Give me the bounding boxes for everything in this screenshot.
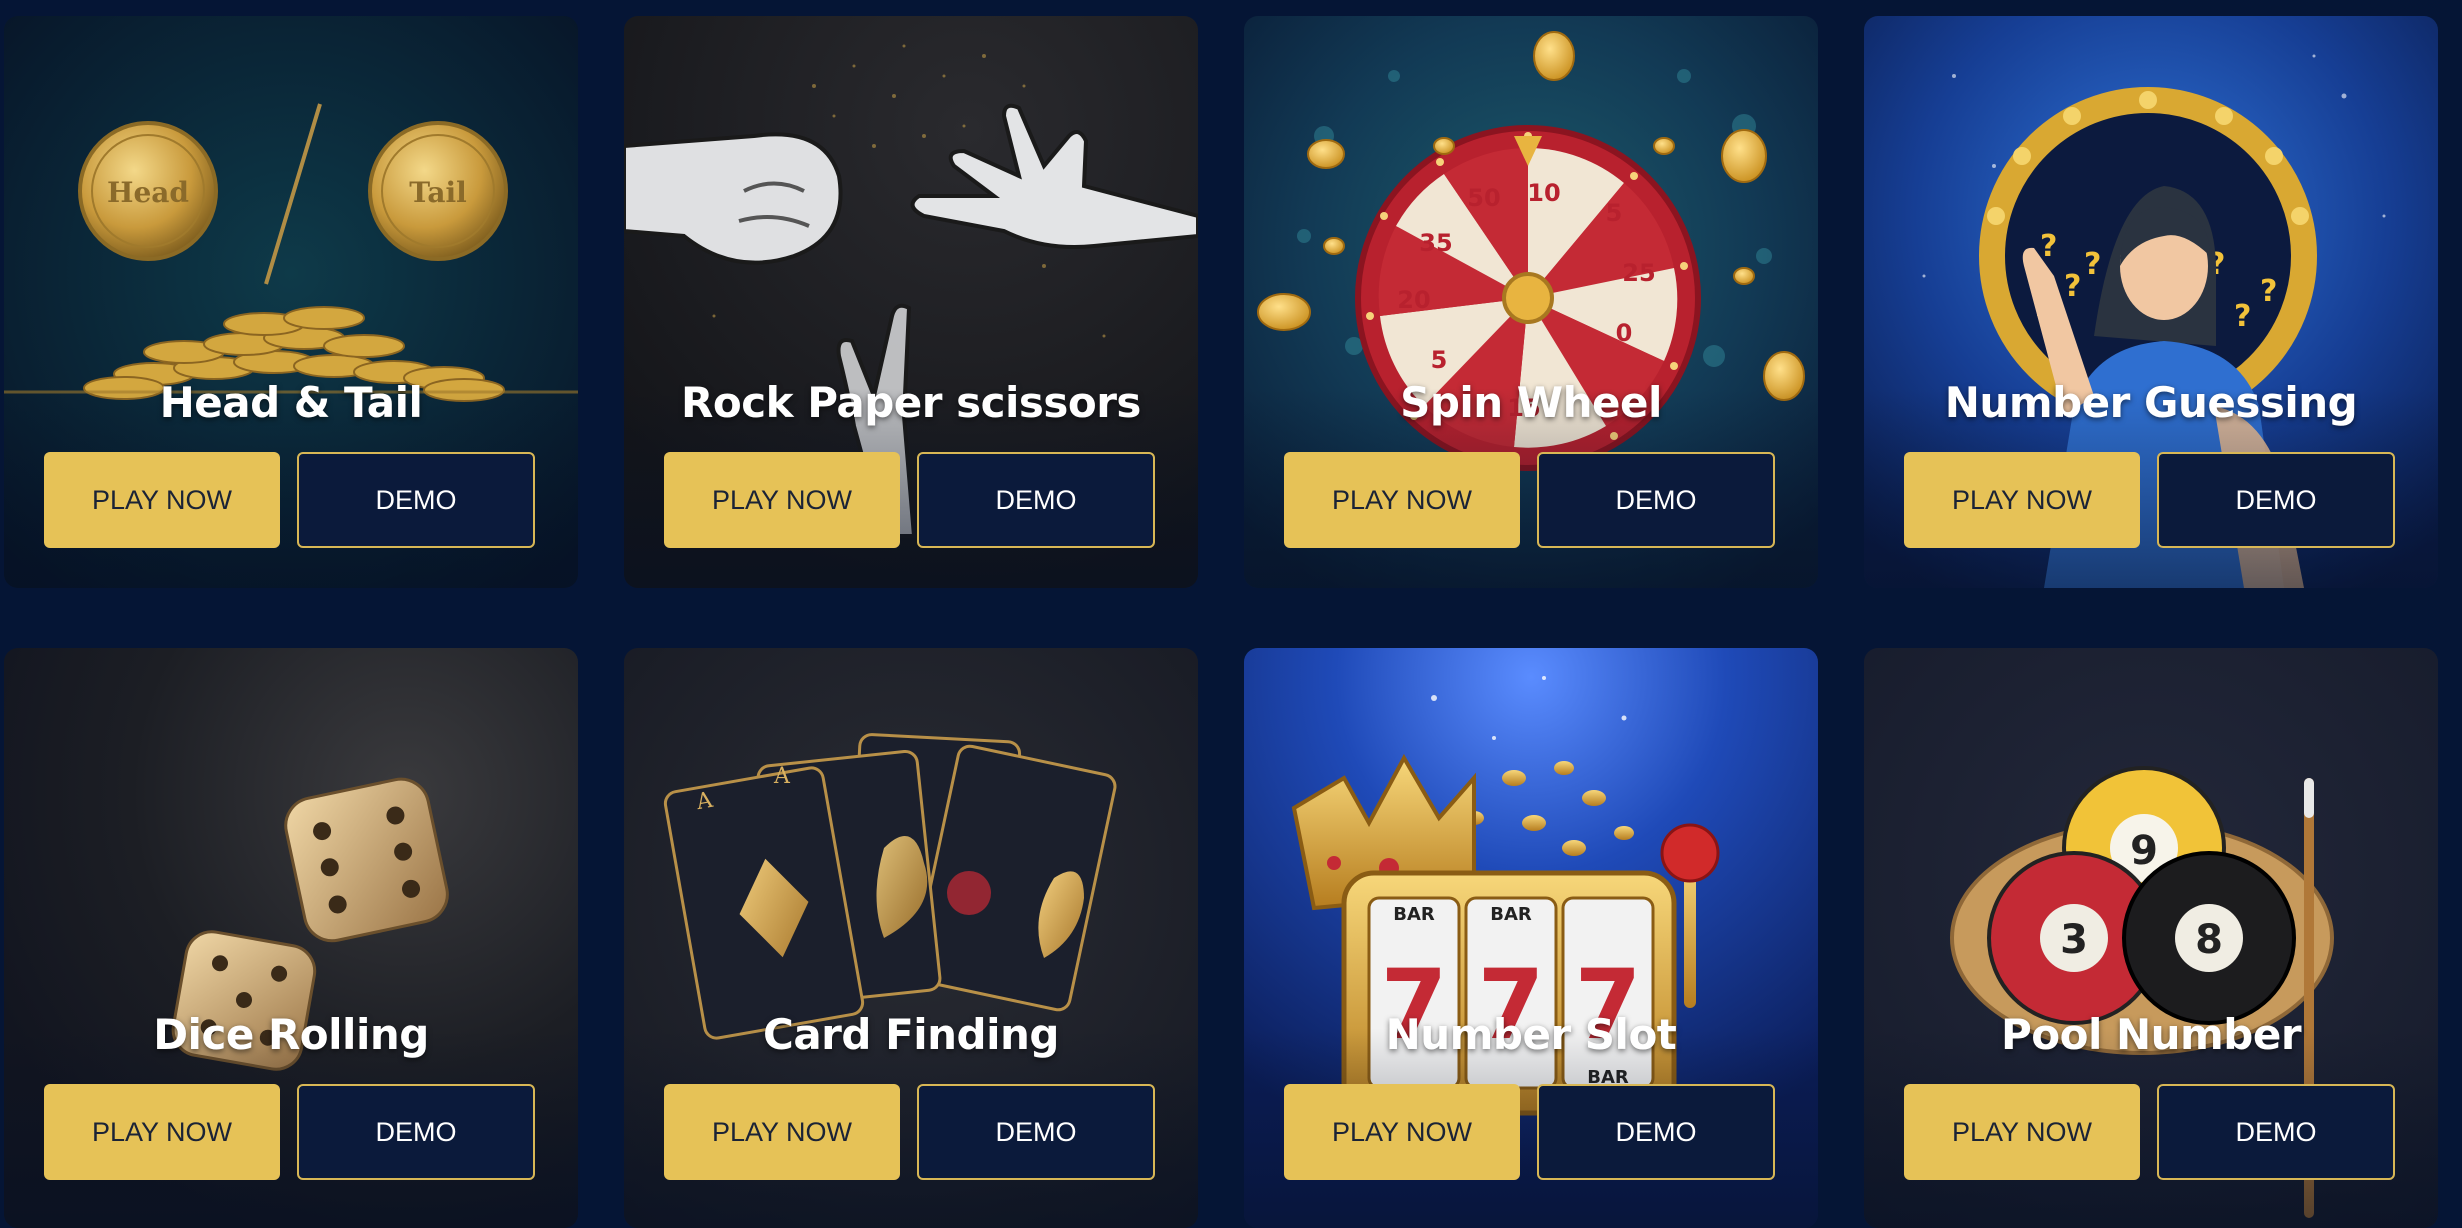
svg-text:?: ? <box>2260 274 2277 309</box>
game-title: Dice Rolling <box>153 1010 429 1059</box>
svg-text:0: 0 <box>1616 319 1633 347</box>
game-card-number-slot[interactable]: 7 7 7 BAR BAR BAR Number Slot PLAY NOW D… <box>1244 648 1818 1228</box>
demo-button[interactable]: DEMO <box>297 452 535 548</box>
svg-text:10: 10 <box>1527 179 1560 207</box>
svg-text:8: 8 <box>2195 917 2223 963</box>
svg-text:A: A <box>773 764 791 789</box>
svg-text:Head: Head <box>107 176 189 209</box>
game-card-pool-number[interactable]: 9 3 8 Pool Number PLAY NOW DEMO <box>1864 648 2438 1228</box>
game-title: Pool Number <box>2000 1010 2302 1059</box>
svg-text:?: ? <box>2040 229 2057 264</box>
game-card-rock-paper-scissors[interactable]: Rock Paper scissors PLAY NOW DEMO <box>624 16 1198 588</box>
demo-button[interactable]: DEMO <box>917 452 1155 548</box>
play-now-button[interactable]: PLAY NOW <box>1904 452 2140 548</box>
svg-text:Tail: Tail <box>409 176 467 209</box>
game-title: Number Slot <box>1385 1010 1677 1059</box>
svg-text:9: 9 <box>2130 828 2158 874</box>
svg-text:5: 5 <box>1431 346 1448 374</box>
game-title: Card Finding <box>763 1010 1059 1059</box>
game-card-head-tail[interactable]: Head Tail Head & Tail PLAY NOW DEMO <box>4 16 578 588</box>
game-card-dice-rolling[interactable]: Dice Rolling PLAY NOW DEMO <box>4 648 578 1228</box>
game-title: Number Guessing <box>1944 378 2358 427</box>
game-card-number-guessing[interactable]: ? ? ? ? ? ? ? Number Guessing PLAY NOW D… <box>1864 16 2438 588</box>
play-now-button[interactable]: PLAY NOW <box>1284 452 1520 548</box>
svg-text:5: 5 <box>1606 199 1623 227</box>
games-grid: Head Tail Head & Tail PLAY NOW DEMO Rock… <box>0 0 2462 1228</box>
game-card-card-finding[interactable]: A A Card Finding PLAY NOW DEMO <box>624 648 1198 1228</box>
play-now-button[interactable]: PLAY NOW <box>664 452 900 548</box>
play-now-button[interactable]: PLAY NOW <box>664 1084 900 1180</box>
demo-button[interactable]: DEMO <box>2157 1084 2395 1180</box>
demo-button[interactable]: DEMO <box>1537 452 1775 548</box>
game-title: Head & Tail <box>159 378 423 427</box>
demo-button[interactable]: DEMO <box>1537 1084 1775 1180</box>
play-now-button[interactable]: PLAY NOW <box>44 452 280 548</box>
demo-button[interactable]: DEMO <box>917 1084 1155 1180</box>
svg-text:50: 50 <box>1467 184 1500 212</box>
svg-text:BAR: BAR <box>1393 904 1435 925</box>
svg-text:20: 20 <box>1397 286 1430 314</box>
play-now-button[interactable]: PLAY NOW <box>44 1084 280 1180</box>
game-card-spin-wheel[interactable]: 10 5 25 0 15 5 20 35 50 <box>1244 16 1818 588</box>
svg-text:?: ? <box>2064 269 2081 304</box>
game-title: Spin Wheel <box>1400 378 1662 427</box>
play-now-button[interactable]: PLAY NOW <box>1904 1084 2140 1180</box>
svg-text:?: ? <box>2234 299 2251 334</box>
demo-button[interactable]: DEMO <box>2157 452 2395 548</box>
svg-text:BAR: BAR <box>1490 904 1532 925</box>
svg-text:25: 25 <box>1622 259 1655 287</box>
svg-text:?: ? <box>2084 247 2101 282</box>
play-now-button[interactable]: PLAY NOW <box>1284 1084 1520 1180</box>
svg-text:35: 35 <box>1419 229 1452 257</box>
svg-text:3: 3 <box>2060 917 2088 963</box>
game-title: Rock Paper scissors <box>681 378 1141 427</box>
demo-button[interactable]: DEMO <box>297 1084 535 1180</box>
